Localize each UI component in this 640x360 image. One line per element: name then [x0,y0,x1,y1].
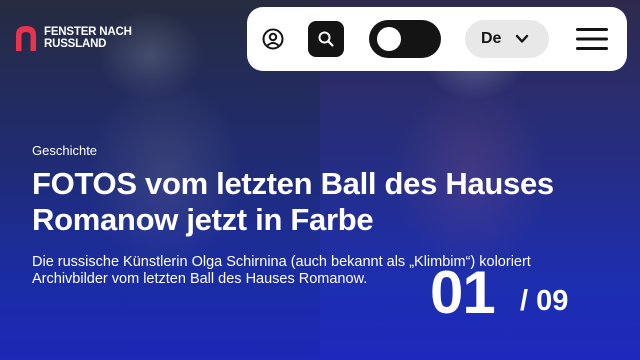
search-icon [318,31,334,47]
chevron-down-icon [515,34,529,43]
logo-line-2: RUSSLAND [44,38,107,50]
slide-counter: 01 / 09 [430,259,568,326]
header-toolbar: De [247,7,627,71]
logo-line-1: FENSTER NACH [44,26,132,38]
slide-total-number: / 09 [520,285,569,317]
user-circle-icon[interactable] [261,27,285,51]
article-category-link[interactable]: Geschichte [32,143,97,158]
language-selector[interactable]: De [465,20,549,58]
theme-toggle[interactable] [369,20,441,58]
logo-arch-icon [16,26,36,51]
site-logo[interactable]: FENSTER NACH RUSSLAND [14,24,132,52]
article-description: Die russische Künstlerin Olga Schirnina … [32,254,531,287]
search-button[interactable] [308,21,344,57]
hamburger-menu-icon[interactable] [575,26,609,52]
toggle-knob [377,27,401,51]
article-title-link[interactable]: FOTOS vom letzten Ball des Hauses Romano… [32,166,622,238]
logo-wordmark: FENSTER NACH RUSSLAND [44,26,132,50]
slide-current-number: 01 [430,259,496,326]
language-code: De [481,30,502,47]
